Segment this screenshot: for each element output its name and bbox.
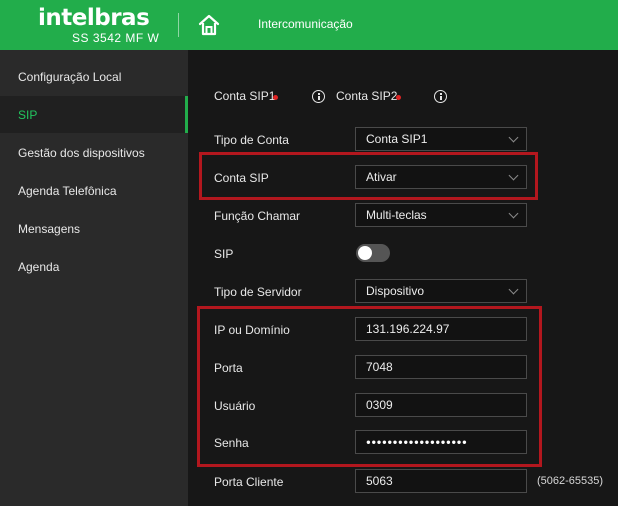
sidebar-item-label: Agenda Telefônica — [18, 183, 117, 198]
chevron-down-icon — [508, 208, 519, 219]
info-icon[interactable] — [312, 90, 325, 103]
funcao-chamar-value: Multi-teclas — [366, 208, 427, 222]
device-model: SS 3542 MF W — [72, 31, 160, 45]
porta-cliente-range: (5062-65535) — [537, 475, 604, 487]
funcao-chamar-label: Função Chamar — [214, 209, 301, 223]
sip-toggle[interactable] — [356, 244, 390, 262]
sidebar-item-label: Agenda — [18, 259, 60, 274]
sidebar-item-mensagens[interactable]: Mensagens — [0, 210, 188, 247]
sidebar-item-label: Configuração Local — [18, 69, 122, 84]
sip-label: SIP — [214, 247, 234, 261]
sidebar-item-gestao-dispositivos[interactable]: Gestão dos dispositivos — [0, 134, 188, 171]
tab-conta-sip2[interactable]: Conta SIP2 — [336, 89, 397, 103]
top-bar: intelbras SS 3542 MF W Intercomunicação — [0, 0, 618, 50]
tipo-servidor-select[interactable]: Dispositivo — [355, 279, 527, 303]
porta-cliente-value: 5063 — [366, 474, 393, 488]
sidebar-item-sip[interactable]: SIP — [0, 96, 188, 133]
toggle-knob — [358, 246, 372, 260]
tab-conta-sip1[interactable]: Conta SIP1 — [214, 89, 275, 103]
tipo-conta-label: Tipo de Conta — [214, 133, 289, 147]
chevron-down-icon — [508, 284, 519, 295]
tipo-conta-value: Conta SIP1 — [366, 132, 428, 146]
porta-cliente-input[interactable]: 5063 — [355, 469, 527, 493]
info-icon[interactable] — [434, 90, 447, 103]
tipo-servidor-label: Tipo de Servidor — [214, 285, 302, 299]
sidebar-item-label: Mensagens — [18, 221, 81, 236]
status-dot — [396, 95, 401, 100]
page-title: Intercomunicação — [258, 17, 353, 31]
funcao-chamar-select[interactable]: Multi-teclas — [355, 203, 527, 227]
sidebar-item-label: SIP — [18, 107, 38, 122]
header-divider — [178, 13, 179, 37]
porta-cliente-label: Porta Cliente — [214, 475, 284, 489]
status-dot — [273, 95, 278, 100]
tipo-servidor-value: Dispositivo — [366, 284, 425, 298]
chevron-down-icon — [508, 132, 519, 143]
sidebar-item-label: Gestão dos dispositivos — [18, 145, 145, 160]
highlight-box-server-fields — [197, 306, 542, 467]
tipo-conta-select[interactable]: Conta SIP1 — [355, 127, 527, 151]
sidebar-item-agenda-telefonica[interactable]: Agenda Telefônica — [0, 172, 188, 209]
sidebar-item-agenda[interactable]: Agenda — [0, 248, 188, 285]
sidebar-item-configuracao-local[interactable]: Configuração Local — [0, 58, 188, 95]
brand-logo: intelbras — [38, 5, 150, 31]
home-icon[interactable] — [198, 14, 220, 36]
highlight-box-conta-sip — [199, 152, 538, 200]
sidebar: Configuração Local SIP Gestão dos dispos… — [0, 50, 188, 506]
